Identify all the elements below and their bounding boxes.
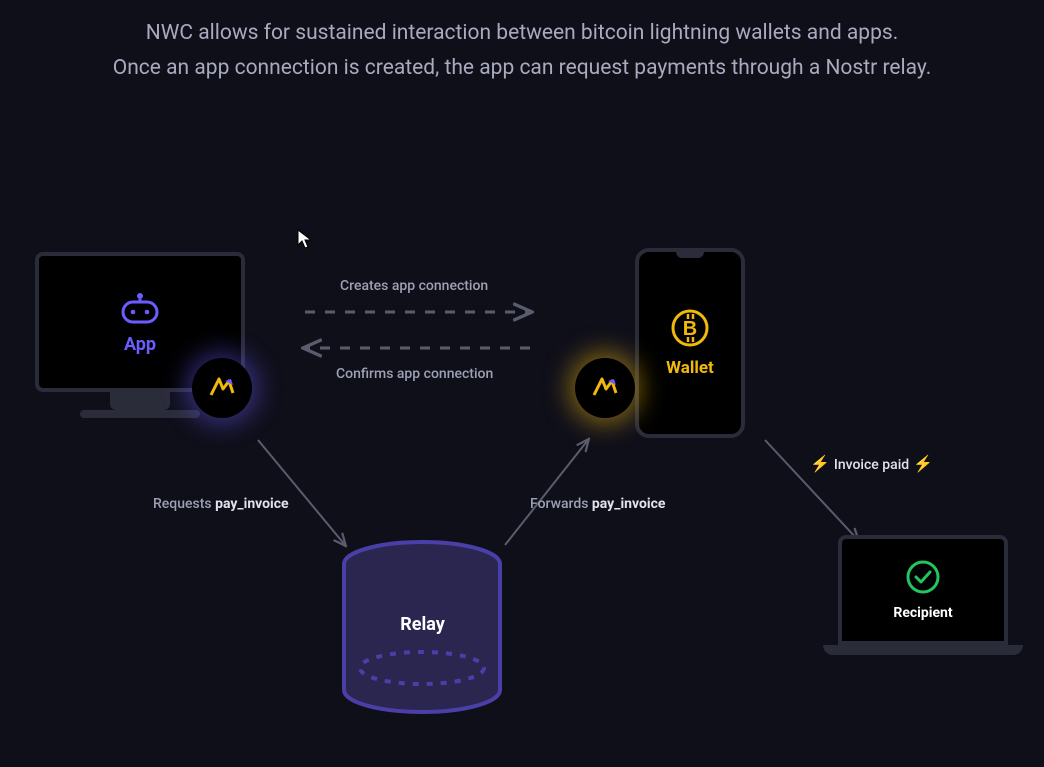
wallet-node: B Wallet bbox=[635, 248, 745, 438]
label-confirms-connection: Confirms app connection bbox=[336, 366, 493, 382]
label-forwards-pay-invoice: Forwards pay_invoice bbox=[530, 493, 665, 512]
relay-label: Relay bbox=[335, 614, 510, 635]
intro-text: NWC allows for sustained interaction bet… bbox=[0, 0, 1044, 85]
forwards-prefix: Forwards bbox=[530, 496, 592, 512]
controller-icon bbox=[117, 290, 163, 326]
invoice-paid-text: Invoice paid bbox=[834, 457, 909, 473]
mouse-cursor bbox=[297, 229, 313, 253]
bitcoin-icon: B bbox=[670, 308, 710, 348]
intro-line-1: NWC allows for sustained interaction bet… bbox=[0, 16, 1044, 51]
label-invoice-paid: ⚡ Invoice paid ⚡ bbox=[810, 454, 933, 473]
lightning-icon: ⚡ bbox=[913, 454, 933, 473]
app-label: App bbox=[124, 334, 156, 355]
phone-icon: B Wallet bbox=[635, 248, 745, 438]
requests-prefix: Requests bbox=[153, 496, 215, 512]
nwc-badge-icon bbox=[205, 371, 239, 405]
requests-method: pay_invoice bbox=[215, 496, 289, 512]
svg-text:B: B bbox=[683, 318, 697, 340]
nwc-badge-wallet bbox=[575, 358, 635, 418]
label-creates-connection: Creates app connection bbox=[340, 278, 488, 294]
nwc-diagram: NWC allows for sustained interaction bet… bbox=[0, 0, 1044, 767]
laptop-icon: Recipient bbox=[838, 535, 1008, 645]
label-requests-pay-invoice: Requests pay_invoice bbox=[153, 493, 289, 512]
check-circle-icon bbox=[905, 559, 941, 595]
wallet-label: Wallet bbox=[666, 358, 714, 378]
recipient-node: Recipient bbox=[838, 535, 1038, 655]
forwards-method: pay_invoice bbox=[592, 496, 666, 512]
recipient-label: Recipient bbox=[893, 605, 952, 621]
lightning-icon: ⚡ bbox=[810, 454, 830, 473]
relay-node: Relay bbox=[335, 540, 510, 720]
nwc-badge-icon bbox=[588, 371, 622, 405]
nwc-badge-app bbox=[192, 358, 252, 418]
intro-line-2: Once an app connection is created, the a… bbox=[0, 51, 1044, 86]
